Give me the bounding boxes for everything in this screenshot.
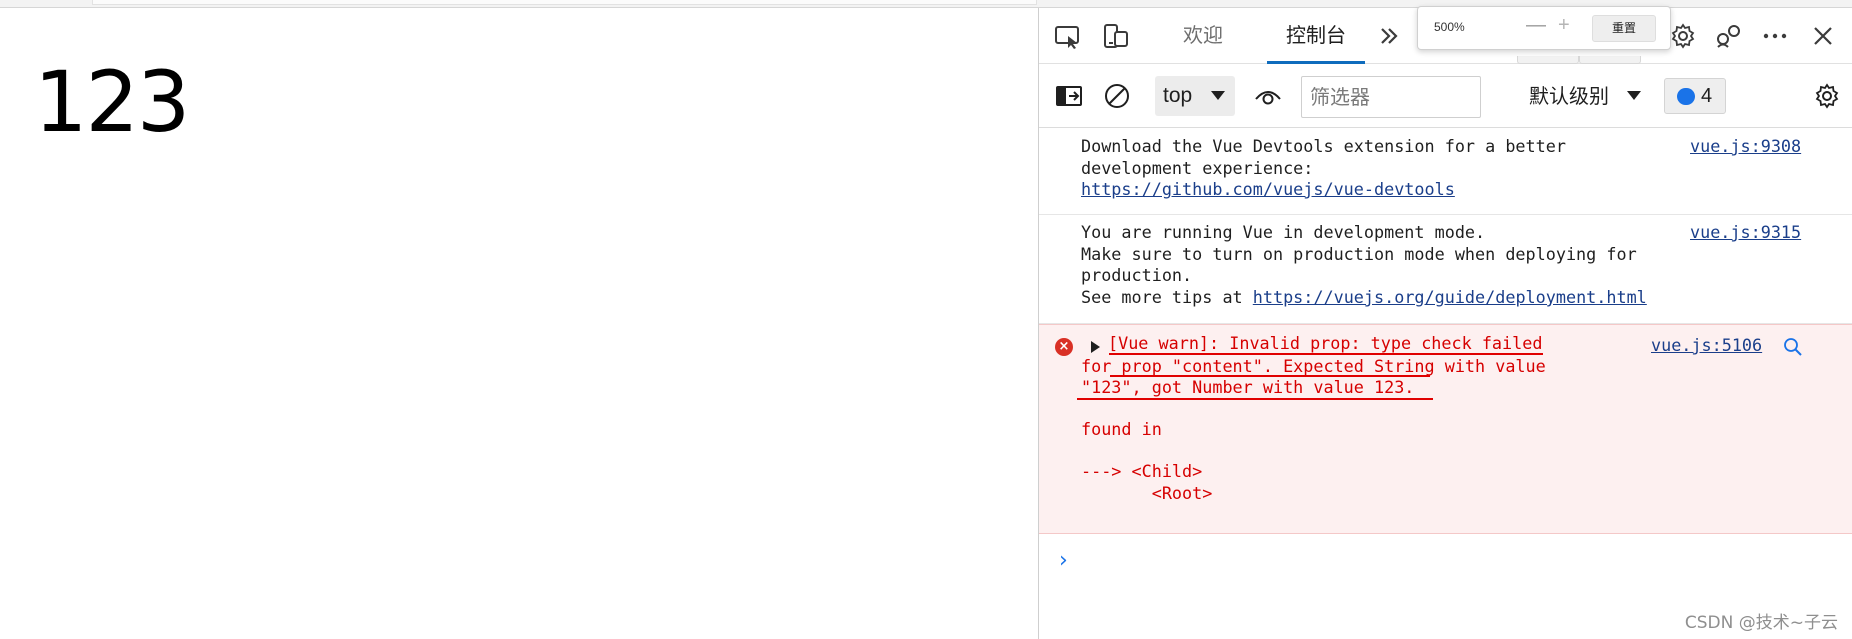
issues-counter-button[interactable]: 4 (1664, 78, 1726, 114)
annotation-underline (1077, 398, 1433, 400)
annotation-underline (1110, 375, 1430, 377)
more-tabs-icon[interactable] (1375, 22, 1403, 50)
devtools-panel: 欢迎 控制台 top 筛选器 默认级别 4 Download the Vue D… (1038, 8, 1852, 639)
clear-console-icon[interactable] (1101, 80, 1133, 112)
hidden-toolbar-button (1579, 56, 1641, 64)
message-line: You are running Vue in development mode. (1081, 222, 1486, 242)
message-line: Make sure to turn on production mode whe… (1081, 244, 1637, 264)
source-link[interactable]: vue.js:5106 (1651, 335, 1762, 357)
error-line: "123", got Number with value 123. (1081, 377, 1415, 397)
console-toolbar: top 默认级别 4 (1039, 64, 1852, 128)
message-bubble-icon (1677, 88, 1695, 105)
tab-console[interactable]: 控制台 (1267, 8, 1365, 64)
zoom-level: 500% (1434, 20, 1465, 34)
browser-tab-edge (92, 0, 1037, 5)
message-line: production. (1081, 265, 1193, 285)
context-select[interactable]: top (1155, 76, 1235, 116)
console-error-message: × [Vue warn]: Invalid prop: type check f… (1039, 324, 1852, 534)
zoom-reset-button[interactable]: 重置 (1592, 15, 1656, 42)
console-message: Download the Vue Devtools extension for … (1039, 128, 1852, 215)
error-line: found in (1081, 419, 1162, 439)
error-line: ---> <Child> (1081, 461, 1203, 481)
source-link[interactable]: vue.js:9308 (1690, 136, 1801, 158)
source-link[interactable]: vue.js:9315 (1690, 222, 1801, 244)
console-settings-gear-icon[interactable] (1811, 80, 1843, 112)
more-options-icon[interactable] (1759, 20, 1791, 52)
log-levels-label: 默认级别 (1529, 84, 1609, 108)
live-expression-eye-icon[interactable] (1251, 80, 1285, 112)
page-viewport: 123 (0, 8, 1038, 639)
close-devtools-icon[interactable] (1807, 20, 1839, 52)
tips-prefix: See more tips at (1081, 287, 1253, 307)
error-x-icon: × (1055, 338, 1073, 356)
page-number-text: 123 (34, 53, 190, 151)
issues-count: 4 (1701, 85, 1713, 107)
console-output: Download the Vue Devtools extension for … (1039, 128, 1852, 534)
zoom-popup: 500% — + 重置 (1417, 6, 1671, 50)
error-line: <Root> (1081, 483, 1213, 503)
context-select-value: top (1163, 84, 1193, 107)
console-message: You are running Vue in development mode.… (1039, 215, 1852, 324)
chevron-down-icon (1627, 91, 1641, 100)
sidebar-toggle-icon[interactable] (1053, 80, 1085, 112)
annotation-underline (1109, 353, 1543, 355)
zoom-in-button[interactable]: + (1558, 15, 1570, 35)
settings-gear-icon[interactable] (1667, 20, 1699, 52)
log-levels-dropdown[interactable]: 默认级别 (1529, 76, 1647, 116)
inspect-element-icon[interactable] (1053, 22, 1083, 52)
hidden-toolbar-button (1517, 56, 1579, 64)
message-line: development experience: (1081, 158, 1314, 178)
message-line: Download the Vue Devtools extension for … (1081, 136, 1566, 156)
watermark: CSDN @技术~子云 (1684, 613, 1838, 633)
device-emulation-icon[interactable] (1101, 22, 1131, 52)
search-icon[interactable] (1783, 337, 1803, 363)
console-prompt-chevron-icon[interactable]: › (1059, 548, 1068, 573)
filter-input[interactable] (1301, 76, 1481, 118)
error-line: [Vue warn]: Invalid prop: type check fai… (1108, 333, 1543, 353)
expand-triangle-icon[interactable] (1091, 341, 1100, 353)
customize-icon[interactable] (1713, 20, 1745, 52)
vue-devtools-link[interactable]: https://github.com/vuejs/vue-devtools (1081, 179, 1455, 199)
tab-welcome[interactable]: 欢迎 (1165, 8, 1241, 64)
zoom-out-button[interactable]: — (1526, 15, 1546, 35)
chevron-down-icon (1211, 91, 1225, 100)
deployment-guide-link[interactable]: https://vuejs.org/guide/deployment.html (1253, 287, 1647, 307)
